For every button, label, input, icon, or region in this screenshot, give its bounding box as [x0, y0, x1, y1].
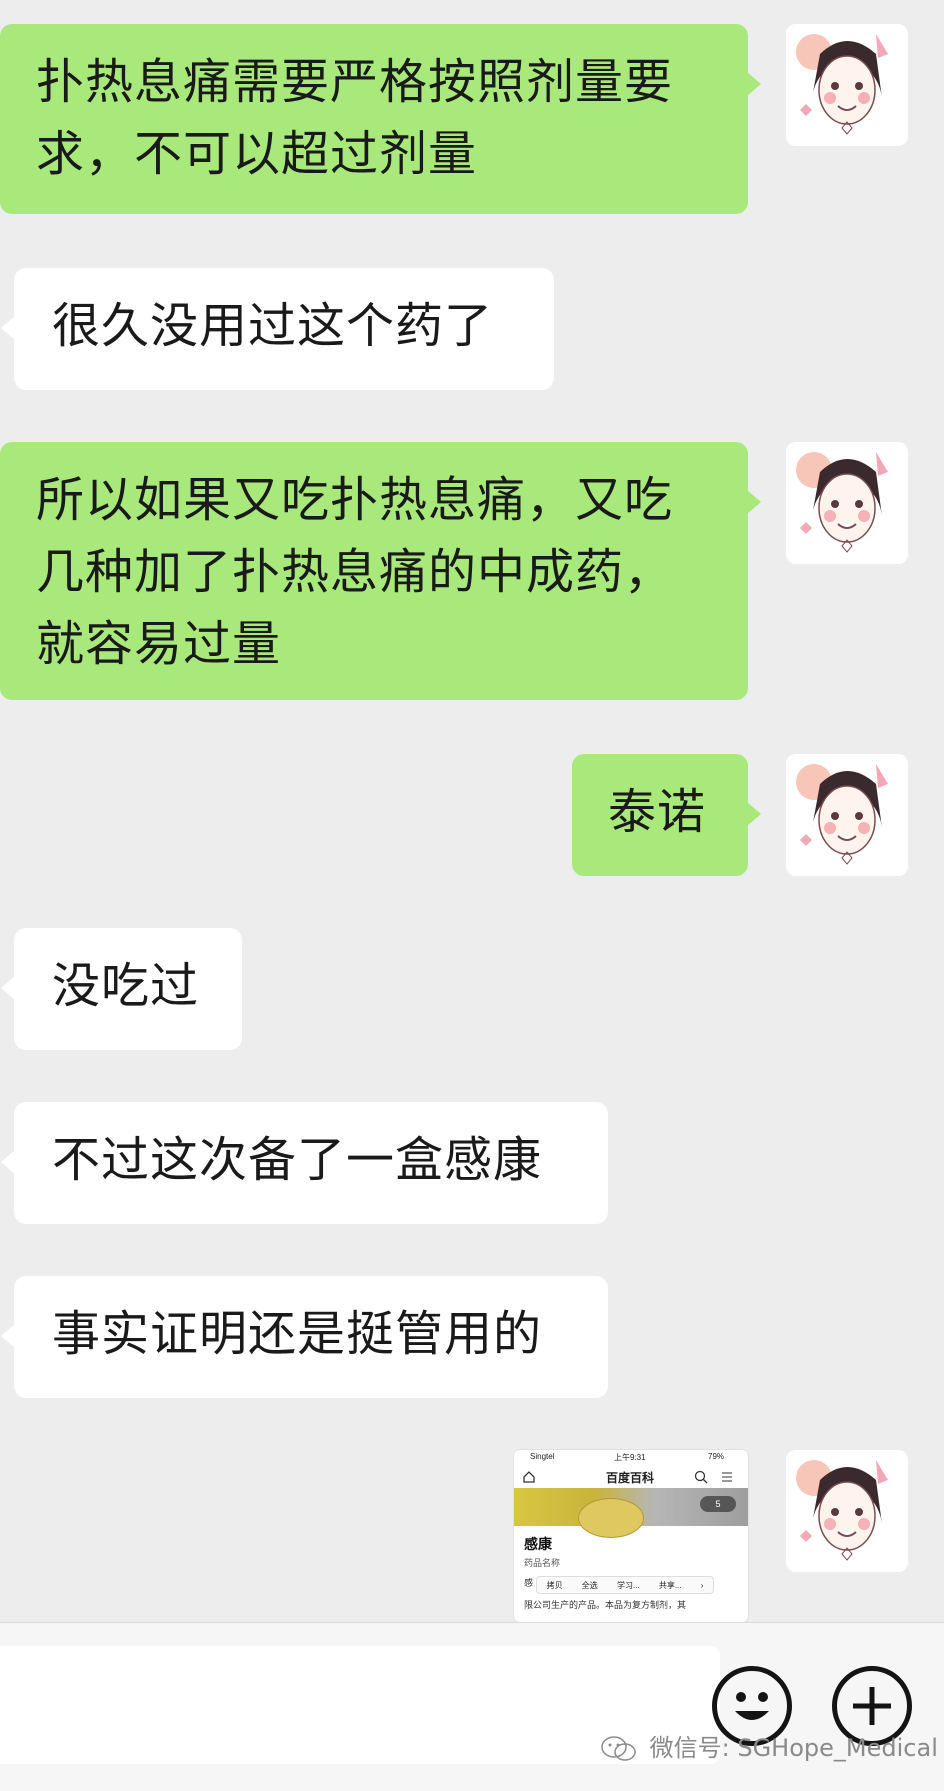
app-header: 百度百科 [514, 1466, 748, 1488]
product-photo: 5 [514, 1488, 748, 1538]
app-title: 百度百科 [606, 1471, 655, 1485]
avatar-illustration [786, 754, 908, 876]
entry-body-prefix: 感 [524, 1578, 534, 1588]
entry-subtitle: 药品名称 [524, 1558, 561, 1568]
context-menu-copy: 拷贝 [546, 1580, 563, 1590]
avatar-illustration [786, 24, 908, 146]
message-text: 不过这次备了一盒感康 [52, 1132, 543, 1188]
entry-body: 限公司生产的产品。本品为复方制剂，其 [524, 1600, 687, 1610]
message-bubble-outgoing[interactable]: 所以如果又吃扑热息痛，又吃几种加了扑热息痛的中成药，就容易过量 [0, 442, 761, 700]
avatar[interactable] [786, 24, 908, 146]
image-message[interactable]: Singtel 上午9:31 79% 百度百科 5 感康 药品名称 感 拷贝 全… [514, 1450, 748, 1622]
home-icon [523, 1471, 535, 1483]
message-text: 扑热息痛需要严格按照剂量要求，不可以超过剂量 [36, 54, 674, 182]
message-bubble-incoming[interactable]: 没吃过 [1, 928, 242, 1050]
avatar-illustration [786, 442, 908, 564]
status-time: 上午9:31 [614, 1453, 646, 1462]
message-text: 泰诺 [608, 784, 707, 840]
watermark-text: 微信号: SGHope_Medical [649, 1734, 938, 1762]
status-bar: Singtel 上午9:31 79% [514, 1450, 748, 1464]
message-text: 所以如果又吃扑热息痛，又吃几种加了扑热息痛的中成药，就容易过量 [36, 472, 674, 672]
context-menu-share: 共享... [658, 1580, 682, 1590]
context-menu: 拷贝 全选 学习... 共享... › [536, 1576, 714, 1594]
message-text: 事实证明还是挺管用的 [52, 1306, 543, 1362]
menu-icon [722, 1472, 732, 1482]
photo-object [578, 1498, 644, 1538]
message-text: 很久没用过这个药了 [52, 298, 494, 354]
context-menu-learn: 学习... [616, 1580, 640, 1590]
avatar[interactable] [786, 1450, 908, 1572]
avatar[interactable] [786, 442, 908, 564]
wechat-icon [601, 1736, 636, 1761]
message-bubble-outgoing[interactable]: 扑热息痛需要严格按照剂量要求，不可以超过剂量 [0, 24, 761, 214]
photo-count-badge: 5 [700, 1496, 736, 1512]
context-menu-select-all: 全选 [581, 1580, 598, 1590]
status-carrier: Singtel [530, 1452, 555, 1461]
message-bubble-incoming[interactable]: 事实证明还是挺管用的 [1, 1276, 608, 1398]
avatar-illustration [786, 1450, 908, 1572]
chevron-right-icon: › [700, 1580, 704, 1590]
entry-title: 感康 [524, 1536, 552, 1552]
message-bubble-incoming[interactable]: 不过这次备了一盒感康 [1, 1102, 608, 1224]
message-text: 没吃过 [52, 958, 200, 1014]
message-bubble-outgoing[interactable]: 泰诺 [572, 754, 761, 876]
watermark: 微信号: SGHope_Medical [600, 1728, 938, 1763]
search-icon [694, 1470, 708, 1484]
status-battery: 79% [708, 1452, 725, 1461]
message-bubble-incoming[interactable]: 很久没用过这个药了 [1, 268, 554, 390]
photo-count: 5 [715, 1499, 721, 1509]
avatar[interactable] [786, 754, 908, 876]
